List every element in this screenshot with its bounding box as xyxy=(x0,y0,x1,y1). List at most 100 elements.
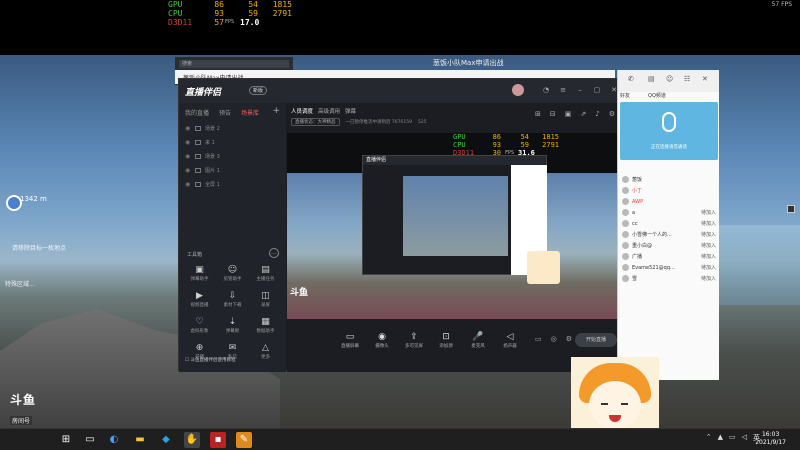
tab-advanced[interactable]: 高级调用 xyxy=(318,107,340,115)
lock-icon[interactable] xyxy=(195,139,201,145)
video-icon[interactable]: ▭ xyxy=(535,335,542,343)
live-status-pill[interactable]: 直播状态：大神精品 xyxy=(291,118,340,126)
tab-friends[interactable]: 好友 xyxy=(620,92,630,99)
record-icon[interactable]: ◎ xyxy=(551,335,557,343)
toolbox-more-icon[interactable]: … xyxy=(269,248,279,258)
file-explorer-icon[interactable]: ▬ xyxy=(132,432,148,448)
app2-taskbar-icon[interactable]: ▪ xyxy=(210,432,226,448)
scene-item[interactable]: ◉ 图片 1 xyxy=(185,163,281,177)
app3-taskbar-icon[interactable]: ✎ xyxy=(236,432,252,448)
tray-app-icon[interactable]: ▲ xyxy=(718,433,723,443)
tab-danmaku[interactable]: 弹幕 xyxy=(345,107,356,115)
tool-item[interactable]: ♡ 虚拟形象 xyxy=(183,317,216,339)
contact-item[interactable]: 小丁 xyxy=(622,185,716,196)
tool-item[interactable]: ▦ 数据助手 xyxy=(249,317,282,339)
contact-item[interactable]: 葱饭 xyxy=(622,174,716,185)
contact-item[interactable]: 广播 待加入 xyxy=(622,251,716,262)
tool-item[interactable]: ▤ 主播任务 xyxy=(249,265,282,287)
tool-item[interactable]: ☺ 房管助手 xyxy=(216,265,249,287)
scene-item[interactable]: ◉ 场景 3 xyxy=(185,149,281,163)
menu-icon[interactable]: ≡ xyxy=(559,86,567,94)
fps-corner: 57 FPS xyxy=(771,1,792,8)
app-version-badge[interactable]: 新版 xyxy=(249,86,268,95)
tab-qq-channel[interactable]: QQ频道 xyxy=(648,92,666,99)
contact-item[interactable]: AWP xyxy=(622,196,716,207)
tool-icon: ◫ xyxy=(261,291,270,301)
camera-icon: ◉ xyxy=(378,332,386,342)
taskbar-clock[interactable]: 16:03 2021/9/17 xyxy=(755,431,786,447)
contacts-icon[interactable]: ☺ xyxy=(666,75,673,83)
notification-icon[interactable]: ◔ xyxy=(542,86,550,94)
contact-avatar xyxy=(622,253,629,260)
control-multiscreen[interactable]: ⇪ 多可见屏 xyxy=(403,331,425,349)
tutorial-link[interactable]: ☐ 斗鱼直播伴侣使用教程 xyxy=(185,357,235,363)
scene-item[interactable]: ◉ 全屏 1 xyxy=(185,177,281,191)
task-view-icon[interactable]: ▭ xyxy=(82,432,98,448)
back-window-search[interactable]: 搜索 xyxy=(179,60,289,68)
minimize-icon[interactable]: – xyxy=(576,86,584,94)
viewer-count: 525 xyxy=(417,119,427,125)
lock-icon[interactable] xyxy=(195,181,201,187)
maximize-icon[interactable]: ▢ xyxy=(593,86,601,94)
control-speaker[interactable]: ◁ 扬声器 xyxy=(499,331,521,349)
tab-scheduling[interactable]: 人员调度 xyxy=(291,107,313,115)
tool-item[interactable]: ⇩ 素材下载 xyxy=(216,291,249,313)
tool-item[interactable]: ⇣ 弹幕姬 xyxy=(216,317,249,339)
visibility-icon[interactable]: ◉ xyxy=(185,153,191,160)
lock-icon[interactable] xyxy=(195,167,201,173)
voice-chat-window[interactable]: ✆ ▤ ☺ ☷ ✕ 好友 QQ频道 正在连接语音通话 葱饭 小丁 AWP a 待加… xyxy=(617,70,719,380)
scene-item[interactable]: ◉ 来 1 xyxy=(185,135,281,149)
tool-label: 视频直播 xyxy=(190,303,209,308)
tab-scene-library[interactable]: 场景库 xyxy=(241,108,259,117)
scene-item[interactable]: ◉ 场景 2 xyxy=(185,121,281,135)
sidebar-tabs: 我的直播 预告 场景库 xyxy=(179,103,286,122)
volume-icon[interactable]: ◁ xyxy=(742,433,747,443)
contact-item[interactable]: 小雪佛一个人的... 待加入 xyxy=(622,229,716,240)
desktop: GPU 86 54 1815 CPU 93 59 2791 D3D11 57 F… xyxy=(0,0,800,450)
lock-icon[interactable] xyxy=(195,153,201,159)
scroll-handle[interactable] xyxy=(787,205,795,213)
tool-icon: ▦ xyxy=(261,317,270,327)
scene-label: 场景 3 xyxy=(205,153,220,160)
douyu-brand: 斗鱼 xyxy=(10,393,37,407)
visibility-icon[interactable]: ◉ xyxy=(185,167,191,174)
tool-item[interactable]: ▣ 弹幕助手 xyxy=(183,265,216,287)
stream-preview[interactable]: GPU 86 54 1815 CPU 93 59 2791 D3D11 30 F… xyxy=(287,133,623,319)
sticker-eye xyxy=(621,401,628,405)
network-icon[interactable]: ▭ xyxy=(729,433,736,443)
tool-item[interactable]: ▶ 视频直播 xyxy=(183,291,216,313)
visibility-icon[interactable]: ◉ xyxy=(185,139,191,146)
store-icon[interactable]: ◆ xyxy=(158,432,174,448)
tab-preview[interactable]: 预告 xyxy=(219,108,231,117)
visibility-icon[interactable]: ◉ xyxy=(185,181,191,188)
message-icon[interactable]: ▤ xyxy=(648,75,655,83)
control-add-source[interactable]: ⊡ 添加源 xyxy=(435,331,457,349)
tool-item[interactable]: △ 更多 xyxy=(249,343,282,365)
phone-icon[interactable]: ✆ xyxy=(628,75,634,83)
control-microphone[interactable]: 🎤 麦克风 xyxy=(467,331,489,349)
group-icon[interactable]: ☷ xyxy=(684,75,690,83)
contact-item[interactable]: Evame521@qq... 待加入 xyxy=(622,262,716,273)
user-avatar[interactable] xyxy=(512,84,524,96)
edge-icon[interactable]: ◐ xyxy=(106,432,122,448)
tool-item[interactable]: ◫ 录屏 xyxy=(249,291,282,313)
tab-my-live[interactable]: 我的直播 xyxy=(185,108,209,117)
contact-item[interactable]: 雪 待加入 xyxy=(622,273,716,284)
contact-item[interactable]: a 待加入 xyxy=(622,207,716,218)
contact-item[interactable]: cc 待加入 xyxy=(622,218,716,229)
streaming-app-window[interactable]: 直播伴侣 新版 ◔ ≡ – ▢ ✕ 我的直播 预告 场景库 + ◉ 场景 2 ◉ 来… xyxy=(178,78,624,372)
add-scene-icon[interactable]: + xyxy=(272,106,280,116)
control-camera[interactable]: ◉ 摄像头 xyxy=(371,331,393,349)
window-close-icon[interactable]: ✕ xyxy=(702,75,708,83)
scene-list: ◉ 场景 2 ◉ 来 1 ◉ 场景 3 ◉ 图片 1 ◉ 全屏 1 xyxy=(185,121,281,191)
contact-item[interactable]: 重小白@ 待加入 xyxy=(622,240,716,251)
app-taskbar-icon[interactable]: ✋ xyxy=(184,432,200,448)
voice-panel[interactable]: 正在连接语音通话 xyxy=(620,102,718,160)
visibility-icon[interactable]: ◉ xyxy=(185,125,191,132)
lock-icon[interactable] xyxy=(195,125,201,131)
tray-up-arrow-icon[interactable]: ⌃ xyxy=(706,433,712,443)
start-icon[interactable]: ⊞ xyxy=(58,432,74,448)
gear-icon[interactable]: ⚙ xyxy=(566,335,572,343)
control-screen[interactable]: ▭ 直播屏幕 xyxy=(339,331,361,349)
start-live-button[interactable]: 开始直播 xyxy=(575,333,617,347)
